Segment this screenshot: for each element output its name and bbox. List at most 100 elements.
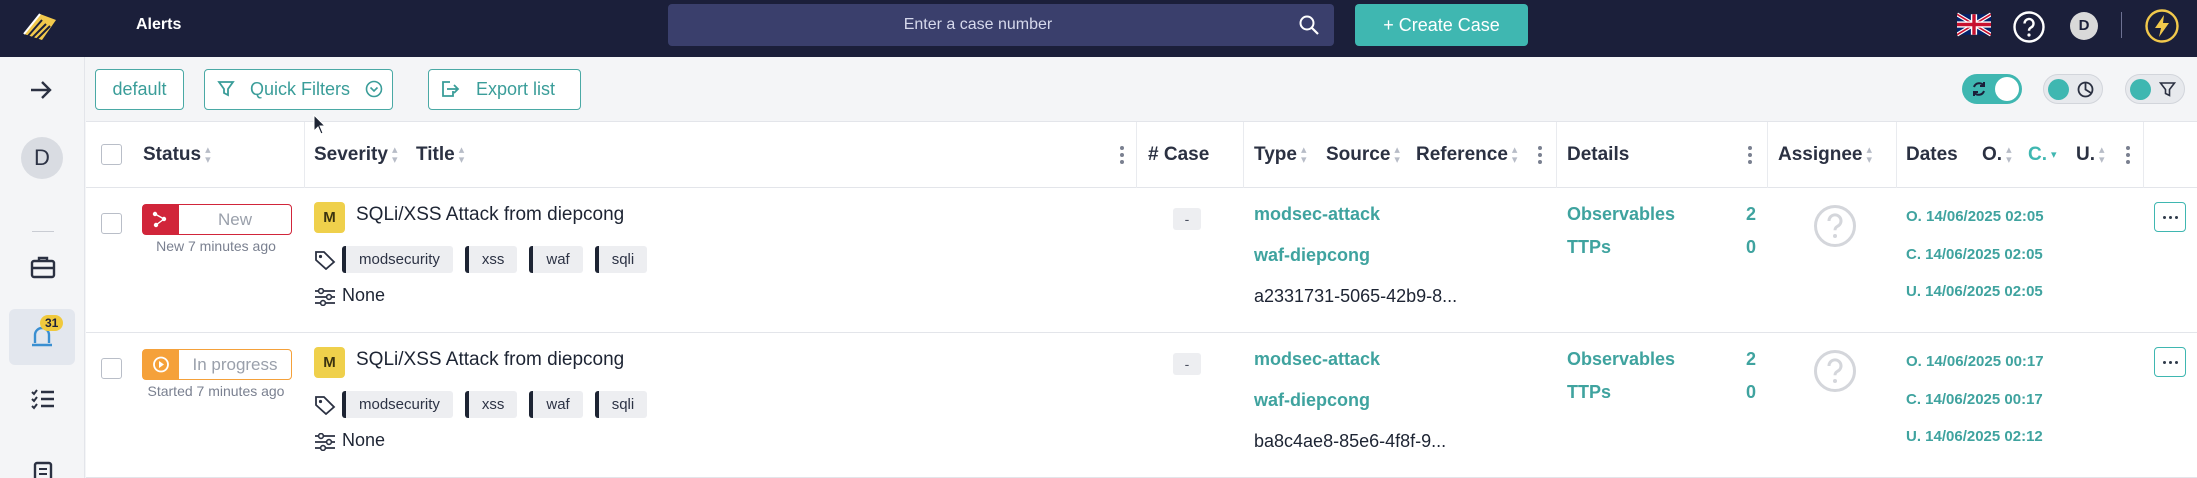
column-header-case[interactable]: # Case xyxy=(1148,122,1209,188)
column-header-title[interactable]: Title ▴ ▾ xyxy=(416,122,464,188)
column-label: Severity xyxy=(314,144,388,165)
tag-list: modsecurity xss waf sqli xyxy=(342,246,648,273)
sort-icon[interactable]: ▴ ▾ xyxy=(392,144,398,165)
row-checkbox[interactable] xyxy=(101,213,122,234)
row-checkbox[interactable] xyxy=(101,358,122,379)
stats-toggle[interactable] xyxy=(2043,74,2103,104)
export-icon xyxy=(442,81,460,97)
ttps-link[interactable]: TTPs xyxy=(1567,237,1611,258)
observables-link[interactable]: Observables xyxy=(1567,204,1675,225)
list-toolbar: default Quick Filters Export list xyxy=(86,57,2197,122)
table-row[interactable]: In progress Started 7 minutes ago M SQLi… xyxy=(86,333,2197,478)
row-actions-button[interactable] xyxy=(2154,202,2186,232)
status-timestamp: Started 7 minutes ago xyxy=(147,383,285,399)
sort-icon[interactable]: ▴ ▾ xyxy=(1394,144,1400,165)
expand-sidebar-arrow-icon[interactable] xyxy=(28,77,54,103)
column-header-dates[interactable]: Dates xyxy=(1906,122,1958,188)
task-list-icon[interactable] xyxy=(30,387,56,411)
sort-icon[interactable]: ▴ ▾ xyxy=(2099,144,2105,165)
tag[interactable]: sqli xyxy=(594,391,648,418)
alerts-count-badge: 31 xyxy=(40,315,64,331)
default-filter-button[interactable]: default xyxy=(95,69,184,110)
search-input[interactable]: Enter a case number xyxy=(668,4,1288,46)
alert-title-link[interactable]: SQLi/XSS Attack from diepcong xyxy=(356,204,624,226)
document-icon[interactable] xyxy=(31,461,55,478)
ttps-count: 0 xyxy=(1746,237,1757,257)
help-icon[interactable] xyxy=(2012,10,2046,44)
tag[interactable]: xss xyxy=(464,246,518,273)
alert-type-link[interactable]: modsec-attack xyxy=(1254,204,1380,225)
column-header-details[interactable]: Details xyxy=(1567,122,1629,188)
case-search-box[interactable]: Enter a case number xyxy=(668,4,1334,46)
alert-title-link[interactable]: SQLi/XSS Attack from diepcong xyxy=(356,349,624,371)
column-header-reference[interactable]: Reference ▴ ▾ xyxy=(1416,122,1517,188)
lightning-icon[interactable] xyxy=(2144,8,2180,44)
filter-icon xyxy=(2159,82,2176,97)
unassigned-question-icon[interactable] xyxy=(1813,349,1857,393)
tag[interactable]: xss xyxy=(464,391,518,418)
unassigned-question-icon[interactable] xyxy=(1813,204,1857,248)
column-label: O. xyxy=(1982,144,2003,165)
search-icon[interactable] xyxy=(1298,14,1320,36)
sort-icon[interactable]: ▴ ▾ xyxy=(2006,144,2012,165)
app-logo-icon[interactable] xyxy=(18,6,62,50)
date-updated: U. 14/06/2025 02:12 xyxy=(1906,428,2043,445)
tag-list: modsecurity xss waf sqli xyxy=(342,391,648,418)
alert-type-link[interactable]: modsec-attack xyxy=(1254,349,1380,370)
quick-filters-button[interactable]: Quick Filters xyxy=(204,69,393,110)
severity-badge: M xyxy=(314,202,345,233)
column-header-source[interactable]: Source ▴ ▾ xyxy=(1326,122,1400,188)
export-list-label: Export list xyxy=(476,79,556,99)
status-badge[interactable]: New xyxy=(142,204,292,235)
briefcase-icon[interactable] xyxy=(30,255,56,279)
tag-icon xyxy=(315,251,336,270)
observables-link[interactable]: Observables xyxy=(1567,349,1675,370)
ttps-link[interactable]: TTPs xyxy=(1567,382,1611,403)
sort-icon[interactable]: ▴ ▾ xyxy=(1866,144,1872,165)
sort-icon[interactable]: ▴ ▾ xyxy=(1301,144,1307,165)
alert-source-link[interactable]: waf-diepcong xyxy=(1254,390,1370,411)
create-case-button[interactable]: + Create Case xyxy=(1355,4,1528,46)
column-header-date-created[interactable]: C. ▾ xyxy=(2028,122,2057,188)
pie-chart-icon xyxy=(2077,81,2094,98)
column-header-type[interactable]: Type ▴ ▾ xyxy=(1254,122,1306,188)
column-menu-icon[interactable] xyxy=(1538,146,1542,164)
column-menu-icon[interactable] xyxy=(1120,146,1124,164)
severity-badge: M xyxy=(314,347,345,378)
tag[interactable]: modsecurity xyxy=(342,246,453,273)
date-opened: O. 14/06/2025 00:17 xyxy=(1906,353,2044,370)
sort-icon[interactable]: ▴ ▾ xyxy=(205,144,211,165)
column-menu-icon[interactable] xyxy=(2126,146,2130,164)
alert-source-link[interactable]: waf-diepcong xyxy=(1254,245,1370,266)
alert-reference: a2331731-5065-42b9-8... xyxy=(1254,286,1458,306)
sort-icon[interactable]: ▴ ▾ xyxy=(459,144,465,165)
column-label: Status xyxy=(143,144,202,165)
alerts-list-panel: default Quick Filters Export list Status… xyxy=(86,57,2197,478)
tag[interactable]: waf xyxy=(529,246,583,273)
table-row[interactable]: New New 7 minutes ago M SQLi/XSS Attack … xyxy=(86,188,2197,333)
auto-refresh-toggle[interactable] xyxy=(1962,74,2022,104)
user-avatar[interactable]: D xyxy=(2070,12,2098,40)
row-actions-button[interactable] xyxy=(2154,347,2186,377)
custom-fields-value: None xyxy=(342,430,386,450)
column-header-date-opened[interactable]: O. ▴ ▾ xyxy=(1982,122,2012,188)
sort-desc-icon[interactable]: ▾ xyxy=(2051,149,2057,160)
tag[interactable]: waf xyxy=(529,391,583,418)
tag[interactable]: sqli xyxy=(594,246,648,273)
language-flag-icon[interactable] xyxy=(1957,12,1991,37)
export-list-button[interactable]: Export list xyxy=(428,69,581,110)
mouse-cursor-icon xyxy=(313,114,327,135)
column-header-status[interactable]: Status ▴ ▾ xyxy=(143,122,211,188)
sidebar-avatar[interactable]: D xyxy=(21,137,63,179)
filters-panel-toggle[interactable] xyxy=(2125,74,2185,104)
chevron-down-icon xyxy=(365,80,383,98)
status-badge[interactable]: In progress xyxy=(142,349,292,380)
tag[interactable]: modsecurity xyxy=(342,391,453,418)
column-header-date-updated[interactable]: U. ▴ ▾ xyxy=(2076,122,2105,188)
status-label: New xyxy=(217,210,252,229)
column-menu-icon[interactable] xyxy=(1748,146,1752,164)
sort-icon[interactable]: ▴ ▾ xyxy=(1512,144,1518,165)
column-label: Source xyxy=(1326,144,1391,165)
select-all-checkbox[interactable] xyxy=(101,144,122,165)
column-header-assignee[interactable]: Assignee ▴ ▾ xyxy=(1778,122,1872,188)
